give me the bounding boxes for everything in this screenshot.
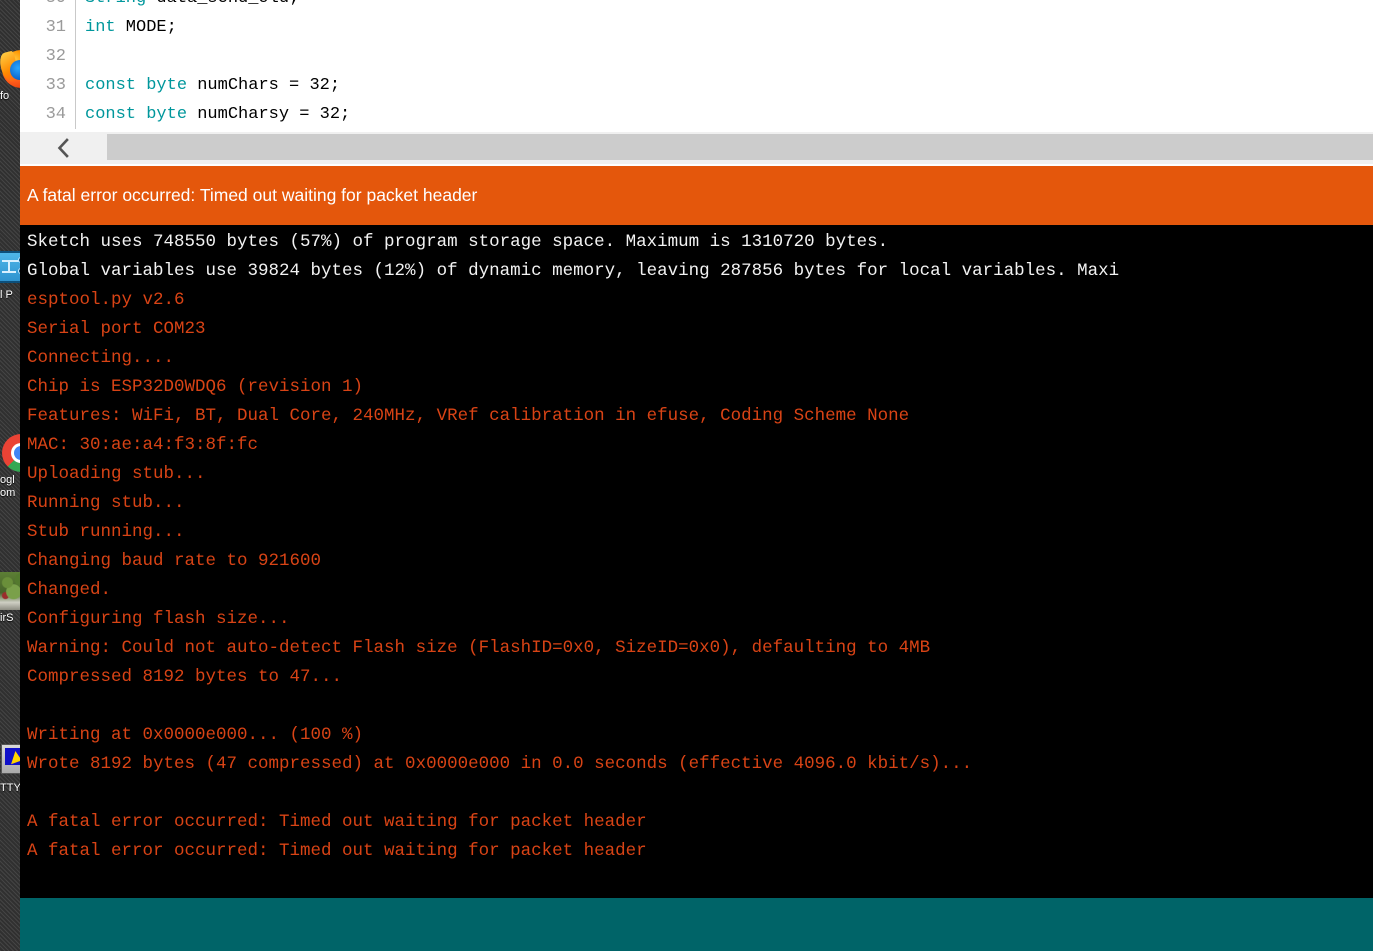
line-number: 33 — [45, 76, 66, 95]
code-line: 34 const byte numCharsy = 32; — [20, 100, 1373, 129]
editor-horizontal-scrollbar[interactable] — [20, 131, 1373, 164]
code-token-plain: numCharsy = 32; — [187, 105, 351, 124]
console-line: Changing baud rate to 921600 — [27, 551, 322, 571]
line-number: 34 — [45, 105, 66, 124]
error-banner: A fatal error occurred: Timed out waitin… — [20, 166, 1373, 225]
console-line: Chip is ESP32D0WDQ6 (revision 1) — [27, 377, 364, 397]
line-number: 30 — [20, 0, 75, 8]
code-line-text: String data_send_old; — [75, 0, 1373, 13]
code-token-keyword: int — [85, 18, 116, 37]
arduino-ide-window: 30 String data_send_old; 31 int MODE; 32… — [20, 0, 1373, 951]
console-line: Serial port COM23 — [27, 319, 206, 339]
console-line: MAC: 30:ae:a4:f3:8f:fc — [27, 435, 259, 455]
console-line: Wrote 8192 bytes (47 compressed) at 0x00… — [27, 754, 973, 774]
code-token-plain: numChars = 32; — [187, 76, 341, 95]
code-line-text: const byte numChars = 32; — [75, 71, 1373, 100]
console-line: Uploading stub... — [27, 464, 206, 484]
code-token-keyword: const byte — [85, 76, 188, 95]
console-line: Running stub... — [27, 493, 185, 513]
code-line-text — [75, 42, 1373, 71]
console-output-panel[interactable]: Sketch uses 748550 bytes (57%) of progra… — [20, 225, 1373, 898]
code-line: 33 const byte numChars = 32; — [20, 71, 1373, 100]
code-token-keyword: const byte — [85, 105, 188, 124]
code-line-text: int MODE; — [75, 13, 1373, 42]
console-line: Warning: Could not auto-detect Flash siz… — [27, 638, 931, 658]
console-line: Connecting.... — [27, 348, 175, 368]
console-line: Stub running... — [27, 522, 185, 542]
console-line: esptool.py v2.6 — [27, 290, 185, 310]
console-line: Compressed 8192 bytes to 47... — [27, 667, 343, 687]
code-editor[interactable]: 30 String data_send_old; 31 int MODE; 32… — [20, 0, 1373, 131]
code-token-keyword: String — [85, 0, 146, 8]
console-line: Changed. — [27, 580, 112, 600]
console-line: A fatal error occurred: Timed out waitin… — [27, 812, 647, 832]
console-line: Configuring flash size... — [27, 609, 290, 629]
console-line: Features: WiFi, BT, Dual Core, 240MHz, V… — [27, 406, 910, 426]
console-line: Global variables use 39824 bytes (12%) o… — [27, 261, 1120, 281]
code-line-text: const byte numCharsy = 32; — [75, 100, 1373, 129]
scroll-left-button[interactable] — [20, 132, 107, 164]
code-token-plain: MODE; — [115, 18, 177, 37]
error-banner-message: A fatal error occurred: Timed out waitin… — [27, 185, 478, 205]
console-line: A fatal error occurred: Timed out waitin… — [27, 841, 647, 861]
status-bar — [20, 898, 1373, 951]
console-line: Writing at 0x0000e000... (100 %) — [27, 725, 364, 745]
code-token-plain: data_send_old; — [146, 0, 299, 8]
code-line: 30 String data_send_old; — [20, 0, 1373, 13]
chevron-left-icon — [57, 138, 70, 158]
line-number: 32 — [45, 47, 66, 66]
code-line: 31 int MODE; — [20, 13, 1373, 42]
scrollbar-thumb[interactable] — [107, 134, 1373, 160]
console-line: Sketch uses 748550 bytes (57%) of progra… — [27, 232, 889, 252]
code-line: 32 — [20, 42, 1373, 71]
line-number: 31 — [45, 18, 66, 37]
